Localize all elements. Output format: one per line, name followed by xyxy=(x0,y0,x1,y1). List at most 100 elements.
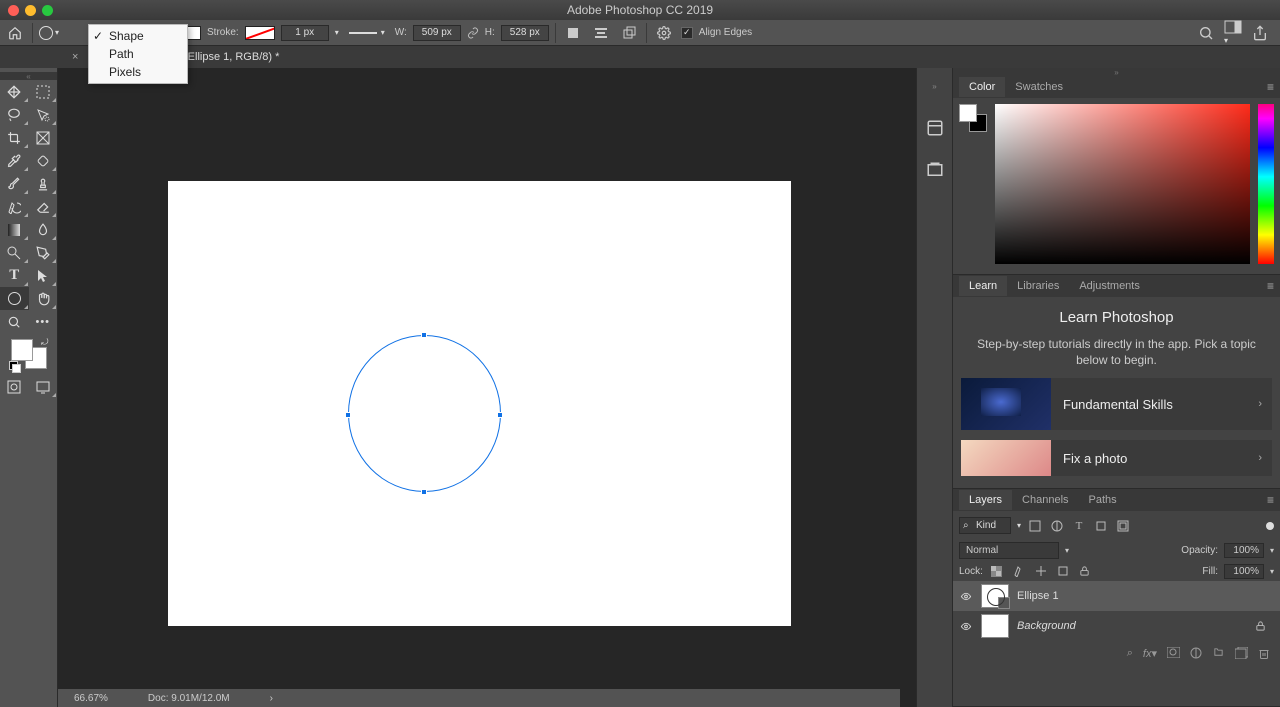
tab-color[interactable]: Color xyxy=(959,77,1005,97)
zoom-level[interactable]: 66.67% xyxy=(74,693,108,704)
blend-mode-dropdown[interactable]: Normal xyxy=(959,542,1059,559)
layer-thumbnail[interactable] xyxy=(981,584,1009,608)
stroke-width-field[interactable]: 1 px xyxy=(281,25,329,41)
eraser-tool[interactable] xyxy=(29,195,58,218)
dropdown-item-path[interactable]: Path xyxy=(89,45,187,63)
move-tool[interactable] xyxy=(0,80,29,103)
window-minimize-icon[interactable] xyxy=(25,5,36,16)
tab-channels[interactable]: Channels xyxy=(1012,490,1078,510)
home-button[interactable] xyxy=(4,23,26,43)
anchor-right[interactable] xyxy=(497,412,503,418)
filter-adjust-icon[interactable] xyxy=(1049,518,1065,534)
fx-icon[interactable]: fx▾ xyxy=(1143,647,1157,660)
panel-menu-icon[interactable]: ≡ xyxy=(1267,493,1274,507)
layer-name[interactable]: Background xyxy=(1017,620,1076,632)
layer-thumbnail[interactable] xyxy=(981,614,1009,638)
lock-image-icon[interactable] xyxy=(1011,563,1027,579)
workspace-switcher[interactable]: ▾ xyxy=(1224,20,1242,46)
path-alignment-button[interactable] xyxy=(590,23,612,43)
marquee-tool[interactable] xyxy=(29,80,58,103)
tab-swatches[interactable]: Swatches xyxy=(1005,77,1073,97)
ellipse-shape[interactable] xyxy=(348,335,501,492)
panel-fg-swatch[interactable] xyxy=(959,104,977,122)
visibility-toggle[interactable] xyxy=(959,621,973,632)
group-icon[interactable] xyxy=(1212,647,1225,660)
layer-filter-dropdown[interactable]: Kind xyxy=(959,517,1011,534)
anchor-left[interactable] xyxy=(345,412,351,418)
layer-ellipse-1[interactable]: Ellipse 1 xyxy=(953,581,1280,611)
frame-tool[interactable] xyxy=(29,126,58,149)
width-field[interactable]: 509 px xyxy=(413,25,461,41)
chevron-down-icon[interactable]: ▾ xyxy=(335,28,339,37)
healing-tool[interactable] xyxy=(29,149,58,172)
tab-adjustments[interactable]: Adjustments xyxy=(1069,276,1150,296)
opacity-field[interactable]: 100% xyxy=(1224,543,1264,558)
tab-learn[interactable]: Learn xyxy=(959,276,1007,296)
window-close-icon[interactable] xyxy=(8,5,19,16)
panel-menu-icon[interactable]: ≡ xyxy=(1267,80,1274,94)
quick-select-tool[interactable] xyxy=(29,103,58,126)
stamp-tool[interactable] xyxy=(29,172,58,195)
lock-all-icon[interactable] xyxy=(1077,563,1093,579)
blur-tool[interactable] xyxy=(29,218,58,241)
path-select-tool[interactable] xyxy=(29,264,58,287)
tab-libraries[interactable]: Libraries xyxy=(1007,276,1069,296)
collapse-toggle[interactable]: « xyxy=(0,72,57,80)
history-brush-tool[interactable] xyxy=(0,195,29,218)
new-layer-icon[interactable] xyxy=(1235,647,1248,660)
window-zoom-icon[interactable] xyxy=(42,5,53,16)
hand-tool[interactable] xyxy=(29,287,58,310)
fill-field[interactable]: 100% xyxy=(1224,564,1264,579)
history-panel-icon[interactable] xyxy=(926,119,944,137)
dropdown-item-shape[interactable]: Shape xyxy=(89,27,187,45)
filter-toggle[interactable] xyxy=(1266,522,1274,530)
stroke-style-dropdown[interactable]: ▾ xyxy=(345,28,389,37)
dropdown-item-pixels[interactable]: Pixels xyxy=(89,63,187,81)
filter-smart-icon[interactable] xyxy=(1115,518,1131,534)
panel-menu-icon[interactable]: ≡ xyxy=(1267,279,1274,293)
tool-preset-dropdown[interactable]: ▾ xyxy=(39,26,59,40)
canvas-area[interactable]: 66.67% Doc: 9.01M/12.0M › xyxy=(58,68,916,707)
height-field[interactable]: 528 px xyxy=(501,25,549,41)
delete-layer-icon[interactable] xyxy=(1258,647,1270,660)
type-tool[interactable]: T xyxy=(0,264,29,287)
default-colors-icon[interactable] xyxy=(9,361,19,371)
adjustment-layer-icon[interactable] xyxy=(1190,647,1202,660)
doc-size[interactable]: Doc: 9.01M/12.0M xyxy=(148,693,230,704)
expand-dock-icon[interactable]: » xyxy=(932,82,936,91)
lock-icon[interactable] xyxy=(1255,620,1274,632)
tutorial-fix-photo[interactable]: Fix a photo › xyxy=(961,440,1272,476)
close-tab-icon[interactable]: × xyxy=(72,51,78,63)
zoom-tool[interactable] xyxy=(0,310,29,333)
shape-mode-dropdown[interactable]: Shape Path Pixels xyxy=(88,24,188,84)
gradient-tool[interactable] xyxy=(0,218,29,241)
panel-color-swatches[interactable] xyxy=(959,104,987,132)
visibility-toggle[interactable] xyxy=(959,591,973,602)
foreground-color-swatch[interactable] xyxy=(11,339,33,361)
link-layers-icon[interactable]: ⌕ xyxy=(1127,647,1133,660)
tutorial-fundamental-skills[interactable]: Fundamental Skills › xyxy=(961,378,1272,430)
filter-type-icon[interactable]: T xyxy=(1071,518,1087,534)
filter-shape-icon[interactable] xyxy=(1093,518,1109,534)
filter-pixel-icon[interactable] xyxy=(1027,518,1043,534)
lock-artboard-icon[interactable] xyxy=(1055,563,1071,579)
mask-icon[interactable] xyxy=(1167,647,1180,660)
status-arrow-icon[interactable]: › xyxy=(270,693,273,704)
eyedropper-tool[interactable] xyxy=(0,149,29,172)
search-icon[interactable] xyxy=(1198,25,1214,41)
tab-layers[interactable]: Layers xyxy=(959,490,1012,510)
link-icon[interactable] xyxy=(467,27,479,39)
shape-tool[interactable] xyxy=(0,287,29,310)
lasso-tool[interactable] xyxy=(0,103,29,126)
edit-toolbar[interactable]: ••• xyxy=(29,310,58,333)
collapse-panels-icon[interactable]: » xyxy=(953,68,1280,76)
properties-panel-icon[interactable] xyxy=(926,161,944,179)
saturation-picker[interactable] xyxy=(995,104,1250,264)
pen-tool[interactable] xyxy=(29,241,58,264)
dodge-tool[interactable] xyxy=(0,241,29,264)
lock-position-icon[interactable] xyxy=(1033,563,1049,579)
anchor-top[interactable] xyxy=(421,332,427,338)
layer-background[interactable]: Background xyxy=(953,611,1280,641)
color-swatches[interactable]: ⤾ xyxy=(9,337,49,371)
crop-tool[interactable] xyxy=(0,126,29,149)
